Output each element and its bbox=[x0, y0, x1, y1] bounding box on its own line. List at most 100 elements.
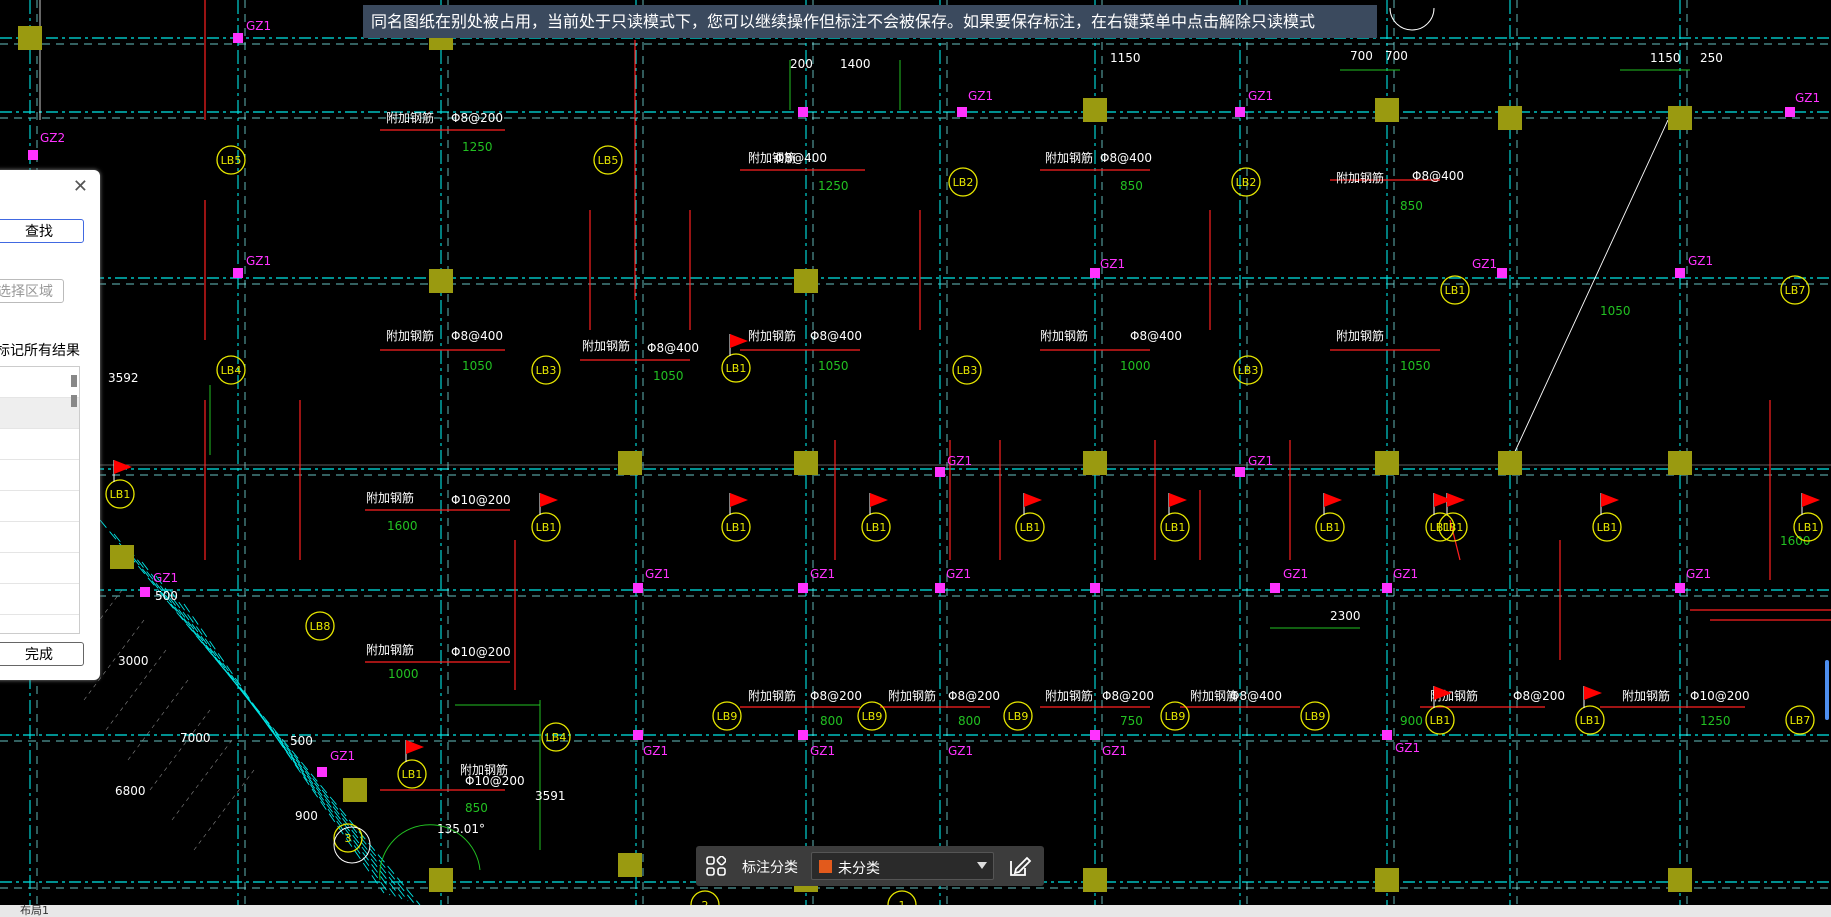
results-list[interactable] bbox=[0, 366, 80, 634]
dimension-label: 1050 bbox=[1600, 304, 1631, 318]
column bbox=[1498, 451, 1522, 475]
done-button[interactable]: 完成 bbox=[0, 642, 84, 666]
column bbox=[1083, 451, 1107, 475]
gz-marker bbox=[957, 107, 967, 117]
edit-icon[interactable] bbox=[1008, 855, 1032, 877]
rebar-spec: Φ8@400 bbox=[647, 341, 699, 355]
gz-label: GZ1 bbox=[643, 744, 668, 758]
list-item[interactable] bbox=[0, 553, 79, 584]
dimension-label: 3592 bbox=[108, 371, 139, 385]
column bbox=[110, 545, 134, 569]
rebar-label: 附加钢筋 bbox=[582, 338, 630, 353]
callout-label: LB1 bbox=[726, 362, 747, 375]
gz-marker bbox=[233, 33, 243, 43]
callout-label: LB5 bbox=[598, 154, 619, 167]
gz-marker bbox=[935, 583, 945, 593]
rebar-label: 附加钢筋 bbox=[366, 490, 414, 505]
find-button[interactable]: 查找 bbox=[0, 219, 84, 243]
callout-label: LB3 bbox=[957, 364, 978, 377]
column bbox=[429, 269, 453, 293]
gz-marker bbox=[1235, 107, 1245, 117]
gz-label: GZ1 bbox=[946, 567, 971, 581]
dimension-label: 1050 bbox=[1400, 359, 1431, 373]
close-icon[interactable]: ✕ bbox=[73, 176, 88, 197]
select-area-button[interactable]: 选择区域 bbox=[0, 279, 64, 303]
cad-drawing-canvas[interactable]: GZ1 GZ2 GZ1 GZ1 GZ1 GZ1 GZ1 GZ1 GZ1 GZ1 GZ1 GZ1 GZ1 G… bbox=[0, 0, 1831, 905]
dimension-label: 200 bbox=[790, 57, 813, 71]
callout-label: LB1 bbox=[1020, 521, 1041, 534]
callout-label: LB1 bbox=[110, 488, 131, 501]
gz-label: GZ1 bbox=[330, 749, 355, 763]
callout-label: LB1 bbox=[1430, 714, 1451, 727]
column bbox=[1668, 106, 1692, 130]
dimension-label: 1150 bbox=[1650, 51, 1681, 65]
dimension-label: 700 bbox=[1385, 49, 1408, 63]
list-item[interactable] bbox=[0, 522, 79, 553]
gz-marker bbox=[1382, 730, 1392, 740]
dimension-label: 3591 bbox=[535, 789, 566, 803]
dimension-label: 1250 bbox=[818, 179, 849, 193]
category-label: 标注分类 bbox=[742, 860, 798, 876]
dimension-label: 6800 bbox=[115, 784, 146, 798]
layout-tab[interactable]: 布局1 bbox=[20, 905, 49, 917]
list-item[interactable] bbox=[0, 491, 79, 522]
callout-label: LB8 bbox=[310, 620, 331, 633]
grid-icon[interactable] bbox=[706, 856, 726, 876]
gz-marker bbox=[1090, 583, 1100, 593]
gz-marker bbox=[1090, 730, 1100, 740]
list-item[interactable] bbox=[0, 584, 79, 615]
mark-all-results-checkbox[interactable]: 标记所有结果 bbox=[0, 340, 80, 360]
category-color-swatch bbox=[819, 860, 832, 873]
status-bar: 布局1 bbox=[0, 905, 1831, 917]
callout-label: LB9 bbox=[1165, 710, 1186, 723]
list-item[interactable] bbox=[0, 367, 79, 398]
rebar-spec: Φ8@400 bbox=[1100, 151, 1152, 165]
callout-label: LB1 bbox=[402, 768, 423, 781]
category-select[interactable]: 未分类 bbox=[811, 852, 994, 880]
dimension-label: 7000 bbox=[180, 731, 211, 745]
gz-marker bbox=[317, 767, 327, 777]
gz-marker bbox=[633, 730, 643, 740]
gz-marker bbox=[1090, 268, 1100, 278]
dimension-label: 1050 bbox=[818, 359, 849, 373]
gz-marker bbox=[1497, 268, 1507, 278]
dimension-label: 3000 bbox=[118, 654, 149, 668]
readonly-notice-banner: 同名图纸在别处被占用，当前处于只读模式下，您可以继续操作但标注不会被保存。如果要… bbox=[363, 5, 1377, 38]
rebar-label: 附加钢筋 bbox=[386, 110, 434, 125]
callout-label: LB9 bbox=[1008, 710, 1029, 723]
dimension-label: 850 bbox=[1120, 179, 1143, 193]
callout-label: LB2 bbox=[953, 176, 974, 189]
annotation-toolbar: 标注分类 未分类 bbox=[696, 846, 1044, 886]
callout-label: LB4 bbox=[221, 364, 242, 377]
column bbox=[1668, 868, 1692, 892]
chevron-down-icon bbox=[977, 862, 987, 869]
dimension-label: 850 bbox=[1400, 199, 1423, 213]
gz-label: GZ2 bbox=[40, 131, 65, 145]
rebar-label: 附加钢筋 bbox=[1045, 150, 1093, 165]
dimension-label: 1600 bbox=[387, 519, 418, 533]
gz-marker bbox=[233, 268, 243, 278]
list-item[interactable] bbox=[0, 398, 79, 429]
rebar-label: 附加钢筋 bbox=[1045, 688, 1093, 703]
dimension-label: 1000 bbox=[388, 667, 419, 681]
callout-label: LB9 bbox=[862, 710, 883, 723]
dimension-label: 1050 bbox=[653, 369, 684, 383]
gz-marker bbox=[140, 587, 150, 597]
canvas-scrollbar[interactable] bbox=[1825, 660, 1829, 720]
rebar-spec: Φ8@400 bbox=[1412, 169, 1464, 183]
column bbox=[1498, 106, 1522, 130]
callout-label: 3 bbox=[345, 832, 352, 845]
column bbox=[1083, 868, 1107, 892]
gz-label: GZ1 bbox=[1472, 257, 1497, 271]
rebar-spec: Φ8@200 bbox=[1102, 689, 1154, 703]
rebar-label: 附加钢筋 bbox=[1336, 170, 1384, 185]
gz-label: GZ1 bbox=[153, 571, 178, 585]
list-scrollbar[interactable] bbox=[71, 375, 77, 415]
list-item[interactable] bbox=[0, 429, 79, 460]
gz-marker bbox=[798, 107, 808, 117]
gz-marker bbox=[1675, 583, 1685, 593]
callout-label: LB1 bbox=[1430, 521, 1451, 534]
column bbox=[18, 26, 42, 50]
list-item[interactable] bbox=[0, 460, 79, 491]
dimension-label: 1250 bbox=[1700, 714, 1731, 728]
